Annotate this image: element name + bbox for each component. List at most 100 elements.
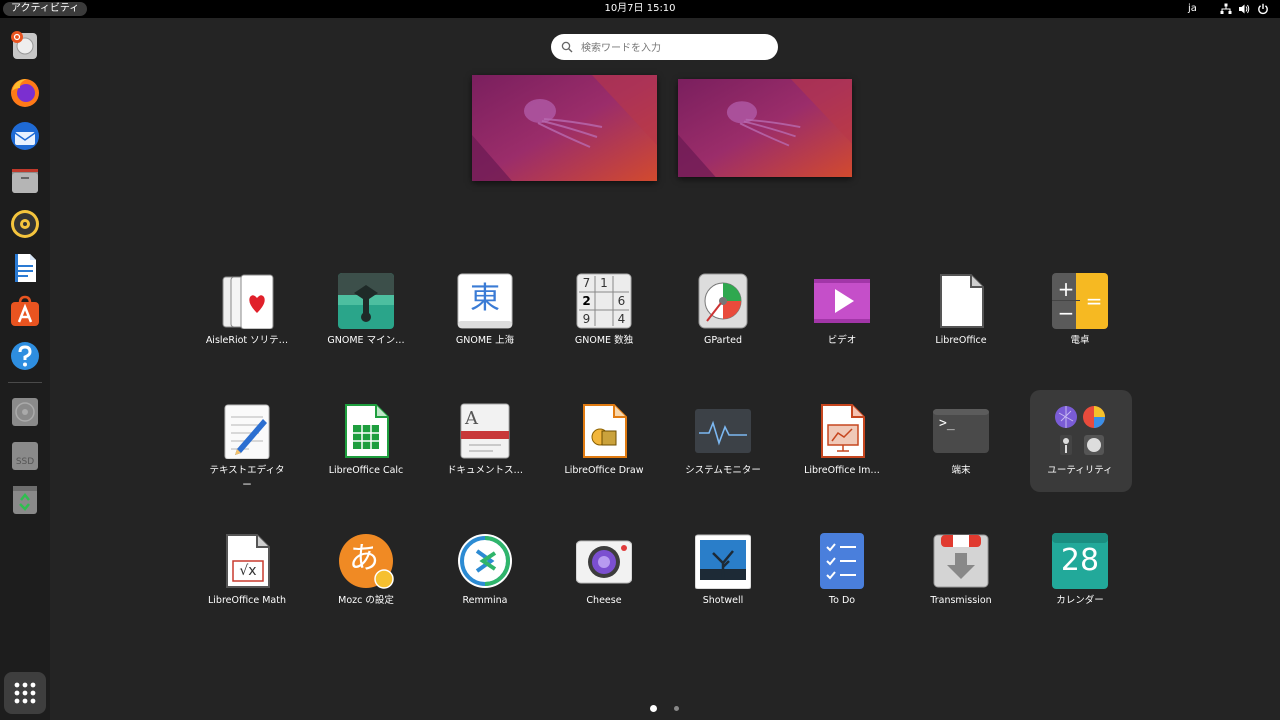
app-text-editor[interactable]: テキストエディター (192, 395, 302, 505)
app-label: LibreOffice Math (207, 595, 287, 606)
folder-utilities[interactable]: ユーティリティ (1025, 395, 1135, 505)
app-gparted[interactable]: GParted (668, 265, 778, 375)
rhythmbox-icon[interactable] (7, 206, 43, 242)
calc-icon (338, 403, 394, 459)
workspace-thumbnail-1[interactable] (472, 75, 657, 181)
files-icon[interactable] (7, 162, 43, 198)
dock: SSD (0, 18, 50, 720)
grid-icon (14, 682, 36, 704)
app-gnome-mines[interactable]: GNOME マイン… (311, 265, 421, 375)
app-mozc-settings[interactable]: あ Mozc の設定 (311, 525, 421, 635)
transmission-icon (933, 533, 989, 589)
calc-plus: + (1057, 277, 1075, 301)
videos-icon (814, 273, 870, 329)
cheese-icon (576, 533, 632, 589)
ssd-label: SSD (15, 457, 35, 467)
app-label: GNOME 上海 (455, 335, 515, 346)
app-terminal[interactable]: >_ 端末 (906, 395, 1016, 505)
app-label: LibreOffice Calc (328, 465, 404, 476)
app-libreoffice-draw[interactable]: LibreOffice Draw (549, 395, 659, 505)
input-language-indicator[interactable]: ja (1188, 0, 1197, 18)
help-icon[interactable] (7, 338, 43, 374)
document-scanner-icon: A (457, 403, 513, 459)
app-label: GNOME マイン… (327, 335, 405, 346)
math-formula: √x (239, 563, 257, 579)
search-bar[interactable] (551, 34, 778, 60)
volume-icon[interactable] (1238, 3, 1250, 15)
app-center-icon[interactable] (7, 294, 43, 330)
sudoku-digit: 1 (600, 276, 608, 290)
app-label: Cheese (586, 595, 622, 606)
mozc-glyph: あ (349, 541, 379, 576)
show-applications-button[interactable] (4, 672, 46, 714)
app-label: ドキュメントス… (446, 465, 523, 476)
gparted-icon (695, 273, 751, 329)
app-label: テキストエディター (209, 465, 285, 491)
sudoku-digit: 7 (582, 276, 591, 290)
app-label: GParted (704, 335, 742, 346)
app-label: Transmission (930, 595, 992, 606)
app-transmission[interactable]: Transmission (906, 525, 1016, 635)
firefox-icon[interactable] (7, 74, 43, 110)
app-label: Shotwell (702, 595, 744, 606)
utilities-folder-icon (1052, 403, 1108, 459)
calc-equals: = (1085, 289, 1103, 313)
app-videos[interactable]: ビデオ (787, 265, 897, 375)
calc-minus: − (1057, 301, 1075, 325)
app-system-monitor[interactable]: システムモニター (668, 395, 778, 505)
calendar-day: 28 (1060, 543, 1100, 578)
app-label: To Do (828, 595, 856, 606)
text-editor-icon (219, 403, 275, 459)
page-indicator-1[interactable] (650, 705, 657, 712)
app-label: ユーティリティ (1047, 465, 1113, 476)
app-aisleriot[interactable]: AisleRiot ソリテ… (192, 265, 302, 375)
app-cheese[interactable]: Cheese (549, 525, 659, 635)
clock[interactable]: 10月7日 15:10 (0, 0, 1280, 18)
app-label: LibreOffice Im… (804, 465, 880, 476)
app-document-scanner[interactable]: A ドキュメントス… (430, 395, 540, 505)
app-libreoffice[interactable]: LibreOffice (906, 265, 1016, 375)
workspace-thumbnail-2[interactable] (678, 79, 852, 177)
power-icon[interactable] (1257, 3, 1269, 15)
optical-drive-icon[interactable] (7, 394, 43, 430)
terminal-icon: >_ (933, 403, 989, 459)
app-calculator[interactable]: + − = 電卓 (1025, 265, 1135, 375)
app-label: GNOME 数独 (574, 335, 634, 346)
system-monitor-icon (695, 403, 751, 459)
app-shotwell[interactable]: Shotwell (668, 525, 778, 635)
mines-icon (338, 273, 394, 329)
app-libreoffice-impress[interactable]: LibreOffice Im… (787, 395, 897, 505)
top-bar: アクティビティ 10月7日 15:10 ja (0, 0, 1280, 18)
libreoffice-writer-icon[interactable] (7, 250, 43, 286)
libreoffice-icon (933, 273, 989, 329)
app-label: LibreOffice (935, 335, 987, 346)
cards-icon (219, 273, 275, 329)
network-icon[interactable] (1220, 3, 1232, 15)
app-gnome-mahjongg[interactable]: 東 GNOME 上海 (430, 265, 540, 375)
search-input[interactable] (579, 38, 773, 58)
app-remmina[interactable]: Remmina (430, 525, 540, 635)
calculator-icon: + − = (1052, 273, 1108, 329)
app-calendar[interactable]: 28 カレンダー (1025, 525, 1135, 635)
app-label: AisleRiot ソリテ… (205, 335, 289, 346)
thunderbird-icon[interactable] (7, 118, 43, 154)
app-gnome-sudoku[interactable]: 7 1 2 6 9 4 GNOME 数独 (549, 265, 659, 375)
ssd-drive-icon[interactable]: SSD (7, 438, 43, 474)
dock-separator (8, 382, 42, 383)
app-todo[interactable]: To Do (787, 525, 897, 635)
sudoku-icon: 7 1 2 6 9 4 (576, 273, 632, 329)
math-icon: √x (219, 533, 275, 589)
page-indicator-2[interactable] (674, 706, 679, 711)
app-libreoffice-calc[interactable]: LibreOffice Calc (311, 395, 421, 505)
trash-icon[interactable] (7, 482, 43, 518)
mozc-icon: あ (338, 533, 394, 589)
mahjongg-icon: 東 (457, 273, 513, 329)
app-libreoffice-math[interactable]: √x LibreOffice Math (192, 525, 302, 635)
impress-icon (814, 403, 870, 459)
app-label: 端末 (951, 465, 971, 476)
search-icon (561, 41, 573, 53)
calendar-icon: 28 (1052, 533, 1108, 589)
terminal-prompt: >_ (939, 416, 955, 431)
ubuntu-installer-icon[interactable] (7, 28, 43, 64)
sudoku-digit: 6 (617, 294, 626, 308)
